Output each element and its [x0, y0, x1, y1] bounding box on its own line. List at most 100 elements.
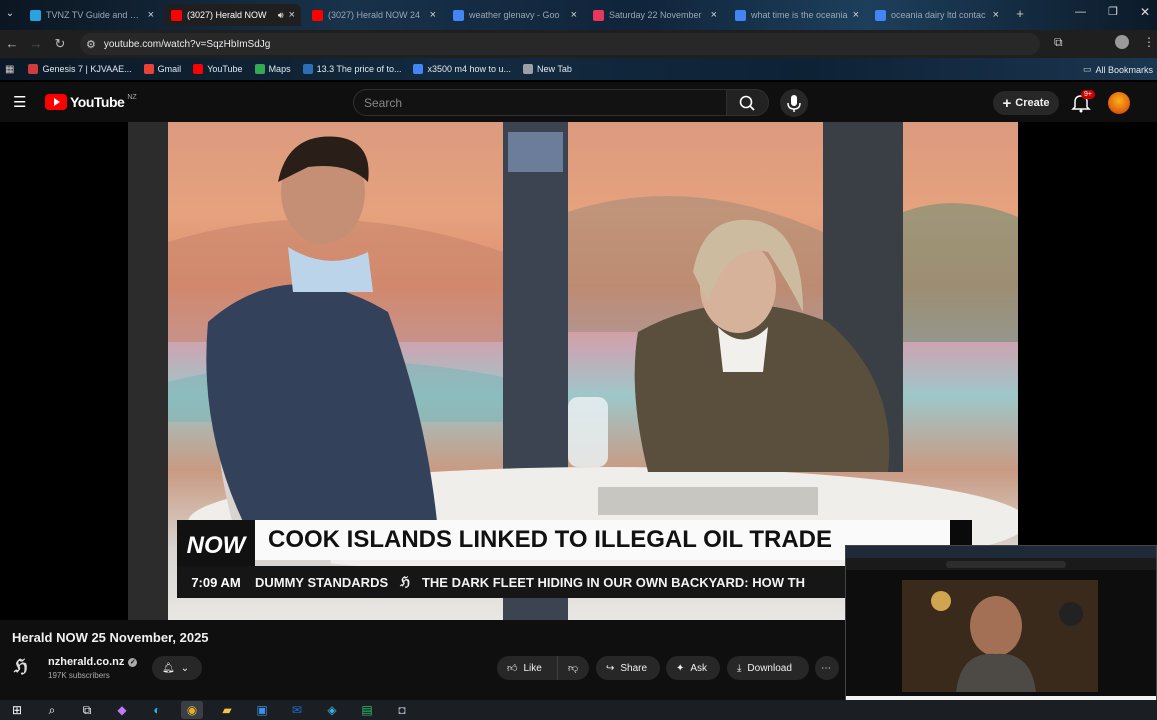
outlook-icon[interactable]: ✉ [286, 701, 308, 719]
tab-title: what time is the oceania [751, 10, 848, 20]
new-tab-button[interactable]: + [1011, 6, 1029, 22]
extensions-icon[interactable]: ⧉ [1054, 35, 1063, 50]
tab-favicon-icon [593, 9, 604, 21]
like-button[interactable]: 👍︎ Like [497, 656, 557, 680]
minimize-button[interactable]: — [1075, 6, 1086, 18]
lower-third-time: 7:09 AM [191, 574, 241, 590]
tab-close-icon[interactable]: × [711, 9, 717, 21]
tab-search-button[interactable]: ⌄ [2, 6, 18, 22]
picture-in-picture-window[interactable] [845, 545, 1157, 713]
browser-tab[interactable]: Saturday 22 November × [587, 4, 723, 26]
browser-tab[interactable]: oceania dairy ltd contac × [869, 4, 1005, 26]
windows-start-icon[interactable]: ⊞ [6, 701, 28, 719]
verified-icon: ✓ [128, 657, 138, 667]
search-button[interactable] [727, 89, 769, 116]
reload-icon[interactable]: ↻ [52, 36, 68, 52]
sparkle-icon: ✦ [676, 662, 685, 674]
bookmark-item[interactable]: Gmail [143, 64, 181, 74]
tab-close-icon[interactable]: × [993, 9, 999, 21]
bookmark-favicon-icon [523, 64, 534, 74]
lower-third-now-tag: NOW [177, 520, 255, 572]
video-title: Herald NOW 25 November, 2025 [12, 630, 209, 645]
camera-icon[interactable]: ◘ [391, 701, 413, 719]
browser-tab[interactable]: weather glenavy - Goo × [447, 4, 583, 26]
tab-title: oceania dairy ltd contac [891, 10, 986, 20]
tab-close-icon[interactable]: × [430, 9, 436, 21]
bookmark-item[interactable]: Maps [254, 64, 291, 74]
tab-favicon-icon [30, 9, 41, 21]
bookmark-item[interactable]: YouTube [193, 64, 243, 74]
app-icon-blue[interactable]: ◈ [321, 701, 343, 719]
search-input[interactable]: Search [353, 89, 727, 116]
channel-avatar[interactable]: ℌ [14, 656, 38, 680]
youtube-logo[interactable]: YouTube NZ [45, 94, 137, 110]
tab-close-icon[interactable]: × [148, 9, 154, 21]
browser-tab[interactable]: what time is the oceania × [729, 4, 865, 26]
tab-title: weather glenavy - Goo [469, 10, 560, 20]
share-label: Share [620, 662, 648, 674]
tab-close-icon[interactable]: × [571, 9, 577, 21]
maximize-button[interactable]: ❐ [1108, 5, 1118, 18]
browser-tab[interactable]: TVNZ TV Guide and Free × [24, 4, 160, 26]
close-window-button[interactable]: ✕ [1140, 5, 1150, 19]
bookmark-item[interactable]: New Tab [523, 64, 572, 74]
profile-avatar[interactable] [1115, 35, 1129, 49]
tab-title: (3027) Herald NOW [187, 10, 267, 20]
guide-menu-icon[interactable]: ☰ [13, 93, 26, 111]
bookmark-favicon-icon [193, 64, 204, 74]
store-icon[interactable]: ▣ [251, 701, 273, 719]
app-icon-green[interactable]: ▤ [356, 701, 378, 719]
copilot-icon[interactable]: ◆ [111, 701, 133, 719]
browser-tab[interactable]: (3027) Herald NOW 🔊︎ × [165, 4, 301, 26]
folder-icon: ▭ [1083, 64, 1092, 74]
edge-icon[interactable]: ◐ [146, 701, 168, 719]
bookmark-item[interactable]: x3500 m4 how to u... [413, 64, 511, 74]
dislike-button[interactable]: 👎︎ [557, 656, 589, 680]
taskbar-search-icon[interactable]: ⌕ [41, 701, 63, 719]
microphone-icon [787, 95, 801, 112]
bookmark-label: 13.3 The price of to... [316, 64, 402, 74]
plus-icon: + [1002, 94, 1012, 112]
tab-close-icon[interactable]: × [853, 9, 859, 21]
forward-icon[interactable]: → [28, 36, 44, 52]
tab-title: TVNZ TV Guide and Free [46, 10, 143, 20]
search-icon [739, 95, 755, 111]
browser-menu-icon[interactable]: ⋮ [1143, 35, 1155, 49]
subscriber-count: 197K subscribers [48, 671, 110, 680]
file-explorer-icon[interactable]: ▰ [216, 701, 238, 719]
all-bookmarks-button[interactable]: ▭ All Bookmarks [1083, 64, 1153, 75]
chevron-down-icon: ⌄ [180, 662, 190, 674]
all-bookmarks-label: All Bookmarks [1095, 64, 1154, 75]
notifications-button[interactable]: 9+ [1070, 90, 1095, 114]
chrome-icon[interactable]: ◉ [181, 701, 203, 719]
share-button[interactable]: ↪ Share [596, 656, 660, 680]
apps-grid-icon[interactable]: ▦ [5, 64, 14, 75]
more-actions-button[interactable]: ⋯ [815, 656, 839, 680]
account-avatar[interactable] [1108, 92, 1130, 114]
browser-tab[interactable]: (3027) Herald NOW 24 × [306, 4, 442, 26]
tab-close-icon[interactable]: × [289, 9, 295, 21]
download-label: Download [747, 662, 792, 674]
tab-title: (3027) Herald NOW 24 [328, 10, 421, 20]
task-view-icon[interactable]: ⧉ [76, 701, 98, 719]
like-label: Like [523, 662, 542, 674]
more-horizontal-icon: ⋯ [821, 662, 831, 674]
thumbs-up-icon: 👍︎ [507, 663, 518, 674]
create-button[interactable]: + Create [993, 91, 1059, 115]
tab-strip: ⌄ TVNZ TV Guide and Free × (3027) Herald N… [0, 0, 1157, 30]
ticker-text-left: DUMMY STANDARDS [255, 574, 389, 590]
tab-audio-icon[interactable]: 🔊︎ [278, 10, 284, 21]
bookmark-item[interactable]: Genesis 7 | KJVAAE... [28, 64, 132, 74]
download-button[interactable]: ⤓ Download [727, 656, 809, 680]
address-bar[interactable]: ⚙ youtube.com/watch?v=SqzHbImSdJg [80, 33, 1040, 55]
bookmark-item[interactable]: 13.3 The price of to... [302, 64, 402, 74]
subscription-bell-button[interactable]: 🔔︎ ⌄ [152, 656, 202, 680]
back-icon[interactable]: ← [4, 36, 20, 52]
site-info-icon[interactable]: ⚙ [86, 38, 96, 51]
ask-button[interactable]: ✦ Ask [666, 656, 720, 680]
lower-third-ticker: DUMMY STANDARDS ℌ THE DARK FLEET HIDING … [255, 566, 850, 598]
channel-name-link[interactable]: nzherald.co.nz ✓ [48, 656, 138, 668]
thumbs-down-icon: 👎︎ [568, 663, 579, 674]
voice-search-button[interactable] [780, 89, 808, 117]
region-code: NZ [127, 94, 137, 101]
